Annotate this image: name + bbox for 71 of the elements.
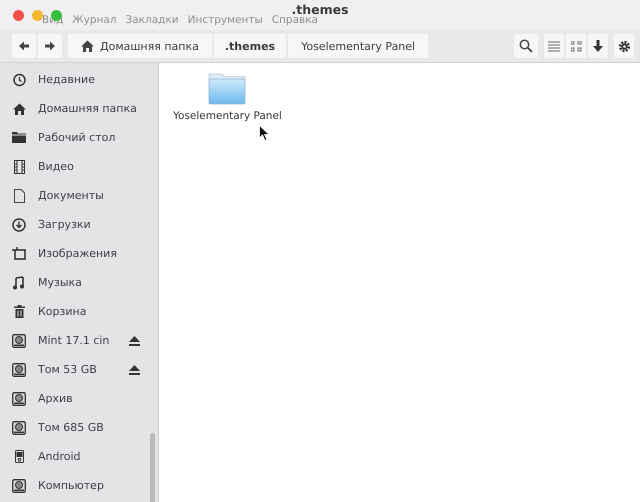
sidebar-label: Недавние — [38, 73, 95, 86]
eject-icon[interactable] — [129, 364, 140, 374]
sidebar-item[interactable]: Том 685 GB — [0, 413, 140, 442]
sidebar-label: Компьютер — [38, 479, 104, 492]
sidebar-item[interactable]: Загрузки — [0, 210, 140, 239]
sidebar-label: Рабочий стол — [38, 131, 116, 144]
search-icon — [519, 39, 533, 53]
search-button[interactable] — [514, 34, 538, 58]
sidebar-item[interactable]: Документы — [0, 181, 140, 210]
back-arrow-icon — [18, 40, 30, 52]
sidebar-label: Изображения — [38, 247, 117, 260]
settings-icon — [618, 40, 630, 52]
drive-icon — [12, 392, 26, 406]
sidebar-label: Музыка — [38, 276, 82, 289]
sidebar-label: Видео — [38, 160, 74, 173]
grid-icon — [570, 40, 582, 52]
forward-arrow-icon — [44, 40, 56, 52]
path-button[interactable]: Домашняя папка — [68, 34, 212, 58]
trash-icon — [14, 305, 24, 318]
sidebar-item[interactable]: Рабочий стол — [0, 123, 140, 152]
eject-icon[interactable] — [129, 336, 140, 346]
sidebar-item[interactable]: Видео — [0, 152, 140, 181]
sidebar-item[interactable]: Android — [0, 442, 140, 471]
sidebar-label: Том 685 GB — [38, 421, 104, 434]
sidebar-item[interactable]: Домашняя папка — [0, 94, 140, 123]
sort-button[interactable] — [588, 34, 608, 58]
home-icon — [12, 102, 26, 114]
window-title: .themes — [291, 2, 350, 17]
drive-icon — [12, 420, 26, 434]
down-arrow-icon — [593, 40, 603, 52]
picture-icon — [12, 247, 26, 260]
sidebar-label: Домашняя папка — [38, 102, 137, 115]
path-button[interactable]: Yoselementary Panel — [288, 34, 428, 58]
sidebar-label: Том 53 GB — [38, 363, 97, 376]
mouse-cursor-icon — [259, 125, 270, 141]
sidebar-item[interactable]: Архив — [0, 384, 140, 413]
sidebar-label: Android — [38, 450, 81, 463]
folder-item[interactable]: Yoselementary Panel — [173, 73, 282, 122]
forward-button[interactable] — [38, 34, 62, 58]
sidebar-item[interactable]: Корзина — [0, 297, 140, 326]
sidebar-item[interactable]: Компьютер — [0, 471, 140, 500]
phone-icon — [14, 450, 24, 463]
list-icon — [548, 40, 560, 52]
film-icon — [14, 160, 24, 174]
grid-view-button[interactable] — [566, 34, 586, 58]
clock-icon — [12, 72, 26, 86]
music-note-icon — [13, 276, 25, 290]
sidebar-item[interactable]: Изображения — [0, 239, 140, 268]
sidebar-label: Загрузки — [38, 218, 91, 231]
settings-button[interactable] — [614, 34, 634, 58]
sidebar-item[interactable]: Недавние — [0, 65, 140, 94]
sidebar-label: Архив — [38, 392, 73, 405]
folder-icon — [12, 132, 26, 143]
path-button[interactable]: .themes — [214, 34, 286, 58]
sidebar-item[interactable]: Музыка — [0, 268, 140, 297]
sidebar-label: Корзина — [38, 305, 86, 318]
folder-icon — [208, 73, 246, 105]
list-view-button[interactable] — [544, 34, 564, 58]
sidebar-item[interactable]: Том 53 GB — [0, 355, 140, 384]
sidebar-item[interactable]: Mint 17.1 cin — [0, 326, 140, 355]
home-icon — [81, 40, 94, 52]
sidebar-label: Mint 17.1 cin — [38, 334, 110, 347]
drive-icon — [12, 334, 26, 348]
close-button[interactable] — [13, 10, 24, 20]
drive-icon — [12, 478, 26, 492]
document-icon — [14, 188, 24, 202]
back-button[interactable] — [12, 34, 36, 58]
folder-name: Yoselementary Panel — [173, 110, 282, 122]
sidebar-label: Документы — [38, 189, 104, 202]
download-icon — [12, 218, 26, 232]
drive-icon — [12, 362, 26, 376]
